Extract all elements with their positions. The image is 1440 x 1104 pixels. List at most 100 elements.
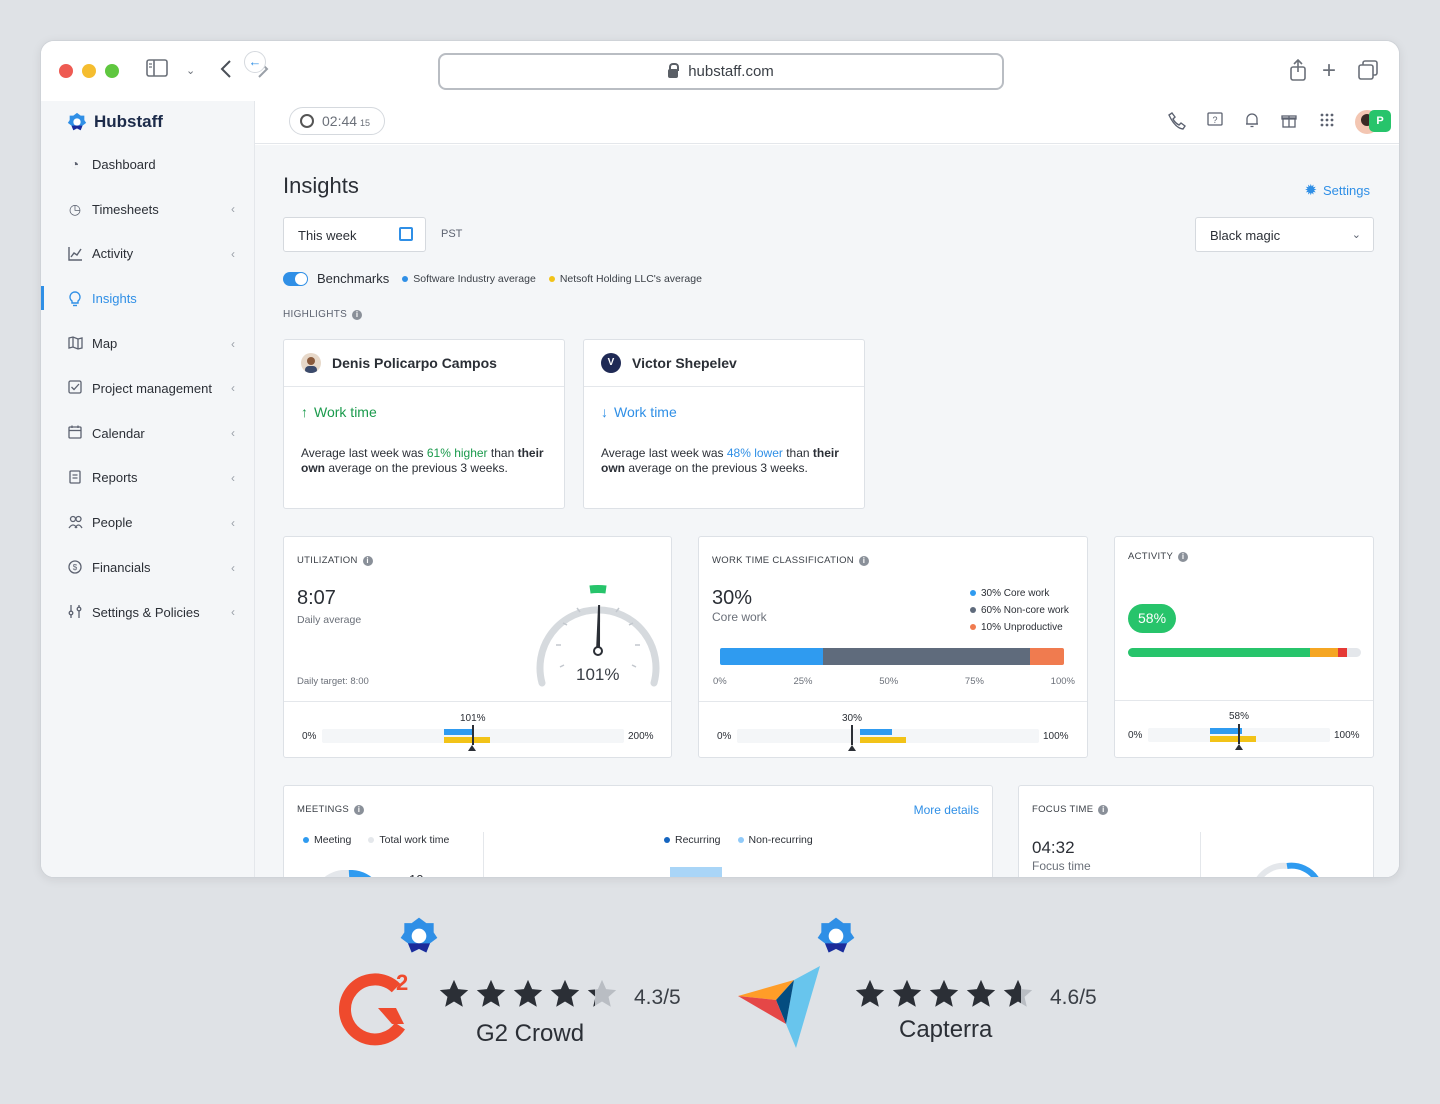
- sidebar-item-reports[interactable]: Reports ‹: [41, 456, 255, 501]
- legend-dot: [548, 275, 555, 282]
- close-window-button[interactable]: [59, 64, 73, 78]
- phone-icon[interactable]: [1167, 112, 1187, 132]
- chevron-left-icon: ‹: [231, 202, 235, 217]
- info-icon[interactable]: i: [1098, 804, 1109, 815]
- g2-score: 4.3/5: [634, 986, 681, 1009]
- share-icon[interactable]: [1289, 58, 1307, 87]
- focus-donut-partial: [1256, 862, 1319, 877]
- card-divider: [284, 701, 671, 702]
- activity-bar-green: [1128, 648, 1310, 657]
- sidebar-item-settings-policies[interactable]: Settings & Policies ‹: [41, 590, 255, 635]
- sidebar-item-label: Financials: [92, 560, 151, 576]
- map-icon: [67, 335, 83, 352]
- help-icon[interactable]: ?: [1205, 112, 1225, 132]
- sidebar-item-timesheets[interactable]: ◷ Timesheets ‹: [41, 187, 255, 232]
- highlight-text: Average last week was: [601, 446, 727, 460]
- organization-badge[interactable]: P: [1369, 110, 1391, 132]
- focus-time-card: FOCUS TIME i 04:32 Focus time: [1018, 785, 1374, 877]
- maximize-window-button[interactable]: [105, 64, 119, 78]
- utilization-sub: Daily average: [297, 614, 362, 626]
- legend-label: Total work time: [379, 834, 450, 846]
- sidebar-item-activity[interactable]: Activity ‹: [41, 232, 255, 277]
- benchmarks-row: Benchmarks Software Industry average Net…: [283, 271, 702, 286]
- chevron-left-icon: ‹: [231, 336, 235, 351]
- arrow-down-icon: ↓: [601, 404, 608, 420]
- sidebar-item-project-management[interactable]: Project management ‹: [41, 366, 255, 411]
- info-icon[interactable]: i: [352, 309, 363, 320]
- meetings-donut-partial: [324, 870, 372, 877]
- svg-text:2: 2: [396, 970, 408, 995]
- sidebar: Hubstaff ◔ Dashboard ◷ Timesheets ‹ Acti…: [41, 101, 255, 877]
- chevron-left-icon: ‹: [231, 381, 235, 396]
- tabs-overview-icon[interactable]: [1357, 59, 1379, 87]
- bench-marker-triangle: [1235, 744, 1243, 750]
- apps-grid-icon[interactable]: [1317, 112, 1337, 132]
- sidebar-item-insights[interactable]: Insights: [41, 276, 255, 321]
- star-icon: [474, 977, 508, 1011]
- capterra-score: 4.6/5: [1050, 986, 1097, 1009]
- highlight-card[interactable]: Denis Policarpo Campos ↑ Work time Avera…: [283, 339, 565, 509]
- activity-card: ACTIVITY i 58% 58% 0% 100%: [1114, 536, 1374, 758]
- team-select[interactable]: Black magic ⌄: [1195, 217, 1374, 252]
- sidebar-item-map[interactable]: Map ‹: [41, 321, 255, 366]
- card-divider: [1200, 832, 1201, 877]
- legend-label: Non-recurring: [748, 834, 813, 846]
- chevron-left-icon: ‹: [231, 560, 235, 575]
- highlight-text: average on the previous 3 weeks.: [625, 461, 808, 475]
- benchmarks-toggle[interactable]: [283, 271, 308, 286]
- legend-label: Software Industry average: [413, 272, 536, 285]
- browser-window: ⌄ hubstaff.com + Hubstaff ◔ Dashboard ◷ …: [40, 40, 1400, 878]
- dollar-icon: $: [67, 559, 83, 576]
- card-label: MEETINGS i: [297, 804, 365, 815]
- highlight-metric: ↑ Work time: [301, 404, 377, 420]
- info-icon[interactable]: i: [362, 555, 373, 566]
- star-icon: [853, 977, 887, 1011]
- sidebar-item-dashboard[interactable]: ◔ Dashboard: [41, 142, 255, 187]
- classification-legend: 30% Core work 60% Non-core work 10% Unpr…: [970, 585, 1069, 636]
- meetings-legend: Meeting Total work time: [303, 834, 449, 846]
- highlight-text: than: [487, 446, 518, 460]
- highlight-person-name: Victor Shepelev: [632, 355, 737, 371]
- brand-logo[interactable]: Hubstaff: [66, 111, 163, 133]
- org-bench-bar: [1210, 736, 1256, 742]
- timer-time: 02:44: [322, 113, 358, 129]
- capterra-star-rating: [853, 977, 1038, 1011]
- settings-link[interactable]: ✹ Settings: [1304, 181, 1370, 199]
- tick-label: 75%: [964, 676, 984, 687]
- address-bar[interactable]: hubstaff.com: [438, 53, 1004, 90]
- chevron-down-icon[interactable]: ⌄: [186, 59, 195, 83]
- chevron-left-icon: ‹: [231, 426, 235, 441]
- legend-label: Recurring: [675, 834, 721, 846]
- legend-label: Netsoft Holding LLC's average: [559, 272, 702, 285]
- highlight-text: Average last week was: [301, 446, 427, 460]
- checkbox-icon: [67, 380, 83, 396]
- info-icon[interactable]: i: [858, 555, 869, 566]
- sidebar-item-people[interactable]: People ‹: [41, 500, 255, 545]
- collapse-sidebar-button[interactable]: ←: [244, 51, 266, 73]
- timezone-label: PST: [441, 228, 463, 240]
- gift-icon[interactable]: [1279, 112, 1299, 132]
- date-range-picker[interactable]: This week: [283, 217, 426, 252]
- unproductive-segment: [1029, 648, 1064, 665]
- legend-dot: [970, 624, 976, 630]
- more-details-link[interactable]: More details: [914, 803, 979, 817]
- org-bench-bar: [444, 737, 490, 743]
- browser-toolbar: ⌄ hubstaff.com +: [41, 41, 1399, 101]
- sidebar-toggle-icon[interactable]: [146, 59, 168, 83]
- timer-widget[interactable]: 02:44 15: [289, 107, 386, 135]
- g2-name: G2 Crowd: [476, 1020, 585, 1047]
- info-icon[interactable]: i: [354, 804, 365, 815]
- sidebar-item-financials[interactable]: $ Financials ‹: [41, 545, 255, 590]
- back-arrow-icon[interactable]: [219, 59, 233, 85]
- highlight-value: 48% lower: [726, 446, 783, 460]
- minimize-window-button[interactable]: [82, 64, 96, 78]
- info-icon[interactable]: i: [1178, 551, 1189, 562]
- new-tab-plus-icon[interactable]: +: [1322, 59, 1336, 83]
- legend-item: Software Industry average: [402, 273, 536, 285]
- meetings-card: MEETINGS i More details Meeting Total wo…: [283, 785, 993, 877]
- sidebar-item-calendar[interactable]: Calendar ‹: [41, 411, 255, 456]
- bell-icon[interactable]: [1242, 112, 1262, 132]
- highlight-card[interactable]: V Victor Shepelev ↓ Work time Average la…: [583, 339, 865, 509]
- highlight-metric-label: Work time: [614, 404, 677, 420]
- hubstaff-logo-icon: [817, 917, 855, 953]
